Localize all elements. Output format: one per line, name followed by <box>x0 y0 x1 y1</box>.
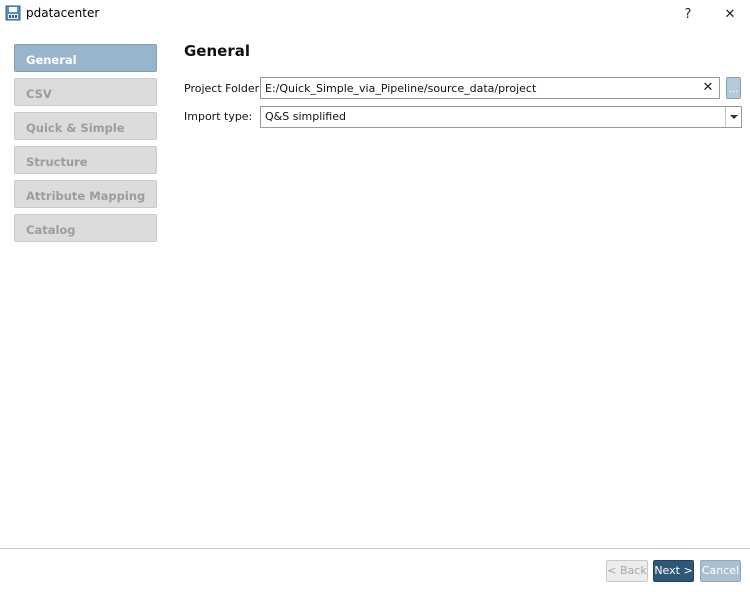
app-icon <box>5 5 21 21</box>
page-title: General <box>184 42 250 60</box>
project-folder-input[interactable] <box>261 78 691 98</box>
project-folder-field: ✕ <box>260 77 720 99</box>
clear-icon[interactable]: ✕ <box>701 80 715 96</box>
import-type-select[interactable]: Q&S simplified <box>260 106 742 128</box>
chevron-down-icon[interactable] <box>725 107 741 127</box>
wizard-nav: General CSV Quick & Simple Structure Att… <box>14 44 157 248</box>
nav-item-quick-simple[interactable]: Quick & Simple <box>14 112 157 140</box>
footer-divider <box>0 548 750 549</box>
nav-item-general[interactable]: General <box>14 44 157 72</box>
nav-item-catalog[interactable]: Catalog <box>14 214 157 242</box>
project-folder-label: Project Folder: <box>184 82 263 95</box>
title-bar: pdatacenter ? ✕ <box>0 0 750 28</box>
back-button[interactable]: < Back <box>606 560 648 582</box>
cancel-button[interactable]: Cancel <box>700 560 741 582</box>
nav-item-attribute-mapping[interactable]: Attribute Mapping <box>14 180 157 208</box>
browse-folder-button[interactable]: ... <box>726 77 741 99</box>
next-button[interactable]: Next > <box>653 560 694 582</box>
import-type-label: Import type: <box>184 110 253 123</box>
help-button[interactable]: ? <box>666 0 710 28</box>
close-window-button[interactable]: ✕ <box>708 0 750 28</box>
nav-item-csv[interactable]: CSV <box>14 78 157 106</box>
window-title: pdatacenter <box>26 6 100 20</box>
import-type-value: Q&S simplified <box>265 110 346 123</box>
nav-item-structure[interactable]: Structure <box>14 146 157 174</box>
